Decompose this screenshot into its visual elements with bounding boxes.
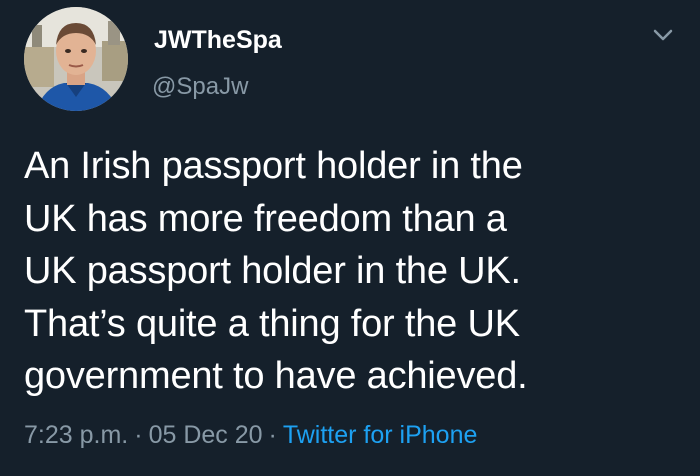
tweet-text-line: UK passport holder in the UK. <box>24 250 521 292</box>
chevron-down-icon[interactable] <box>650 24 676 46</box>
meta-separator: · <box>268 421 277 449</box>
avatar[interactable] <box>24 7 128 111</box>
tweet-date[interactable]: 05 Dec 20 <box>149 421 263 449</box>
author-handle[interactable]: @SpaJw <box>152 73 248 101</box>
tweet-meta: 7:23 p.m. · 05 Dec 20 · Twitter for iPhone <box>24 421 477 450</box>
tweet-text-line: An Irish passport holder in the <box>24 145 523 187</box>
avatar-photo <box>24 7 128 111</box>
tweet-source-link[interactable]: Twitter for iPhone <box>283 421 478 449</box>
tweet-time[interactable]: 7:23 p.m. <box>24 421 128 449</box>
author-display-name[interactable]: JWTheSpa <box>154 26 282 55</box>
meta-separator: · <box>134 421 143 449</box>
tweet-text: An Irish passport holder in the UK has m… <box>24 140 684 403</box>
tweet-text-line: government to have achieved. <box>24 355 528 397</box>
tweet-text-line: That’s quite a thing for the UK <box>24 302 520 345</box>
tweet-card: JWTheSpa @SpaJw An Irish passport holder… <box>0 0 700 476</box>
tweet-text-line: UK has more freedom than a <box>24 197 507 240</box>
